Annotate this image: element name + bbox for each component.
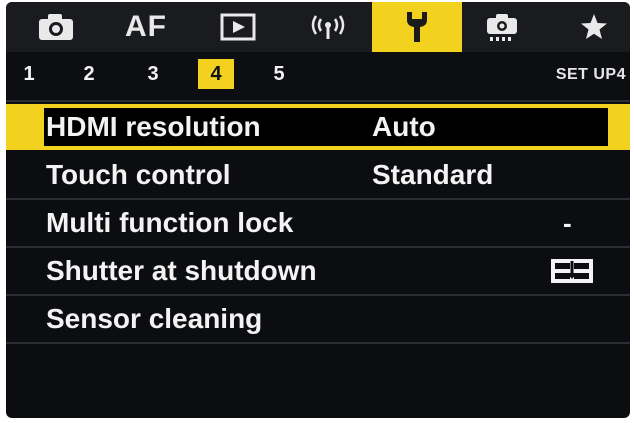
custom-camera-icon bbox=[484, 12, 520, 42]
page-tab-5[interactable]: 5 bbox=[266, 59, 292, 89]
page-tab-4[interactable]: 4 bbox=[198, 59, 234, 89]
page-tab-1[interactable]: 1 bbox=[16, 59, 42, 89]
wireless-icon bbox=[308, 13, 348, 41]
wrench-icon bbox=[402, 10, 432, 44]
menu-item-value: - bbox=[563, 208, 572, 238]
menu-item-value: Standard bbox=[372, 159, 494, 190]
tab-wireless[interactable] bbox=[296, 2, 360, 52]
menu-item-value: Auto bbox=[372, 111, 436, 142]
menu-item-label: Sensor cleaning bbox=[46, 303, 263, 334]
tab-playback[interactable] bbox=[210, 2, 266, 52]
page-tab-3[interactable]: 3 bbox=[140, 59, 166, 89]
tab-custom[interactable] bbox=[472, 2, 532, 52]
menu-item-label: Shutter at shutdown bbox=[46, 255, 317, 286]
divider bbox=[6, 100, 630, 102]
page-tab-2[interactable]: 2 bbox=[76, 59, 102, 89]
divider bbox=[6, 342, 630, 344]
menu-item-label: Touch control bbox=[46, 159, 231, 190]
tab-my-menu[interactable] bbox=[566, 2, 622, 52]
menu-item-label: Multi function lock bbox=[46, 207, 294, 238]
camera-icon bbox=[38, 13, 74, 41]
tab-shooting[interactable] bbox=[28, 2, 84, 52]
menu-item-multi-function-lock[interactable]: Multi function lock - bbox=[6, 200, 630, 246]
menu-tab-bar: AF bbox=[6, 2, 630, 52]
menu-item-shutter-at-shutdown[interactable]: Shutter at shutdown bbox=[6, 248, 630, 294]
menu-item-sensor-cleaning[interactable]: Sensor cleaning bbox=[6, 296, 630, 342]
section-label: SET UP4 bbox=[555, 66, 626, 83]
shutter-closed-icon bbox=[550, 258, 594, 289]
menu-item-label: HDMI resolution bbox=[46, 111, 261, 142]
camera-menu-screen: AF 1 2 3 4 5 SET UP4 HDMI resolution Aut… bbox=[6, 2, 630, 418]
star-icon bbox=[579, 12, 609, 42]
menu-item-touch-control[interactable]: Touch control Standard bbox=[6, 152, 630, 198]
tab-setup[interactable] bbox=[372, 2, 462, 52]
tab-af-label: AF bbox=[125, 10, 167, 43]
playback-icon bbox=[220, 13, 256, 41]
tab-af[interactable]: AF bbox=[118, 2, 174, 52]
menu-item-hdmi-resolution[interactable]: HDMI resolution Auto bbox=[6, 104, 630, 150]
